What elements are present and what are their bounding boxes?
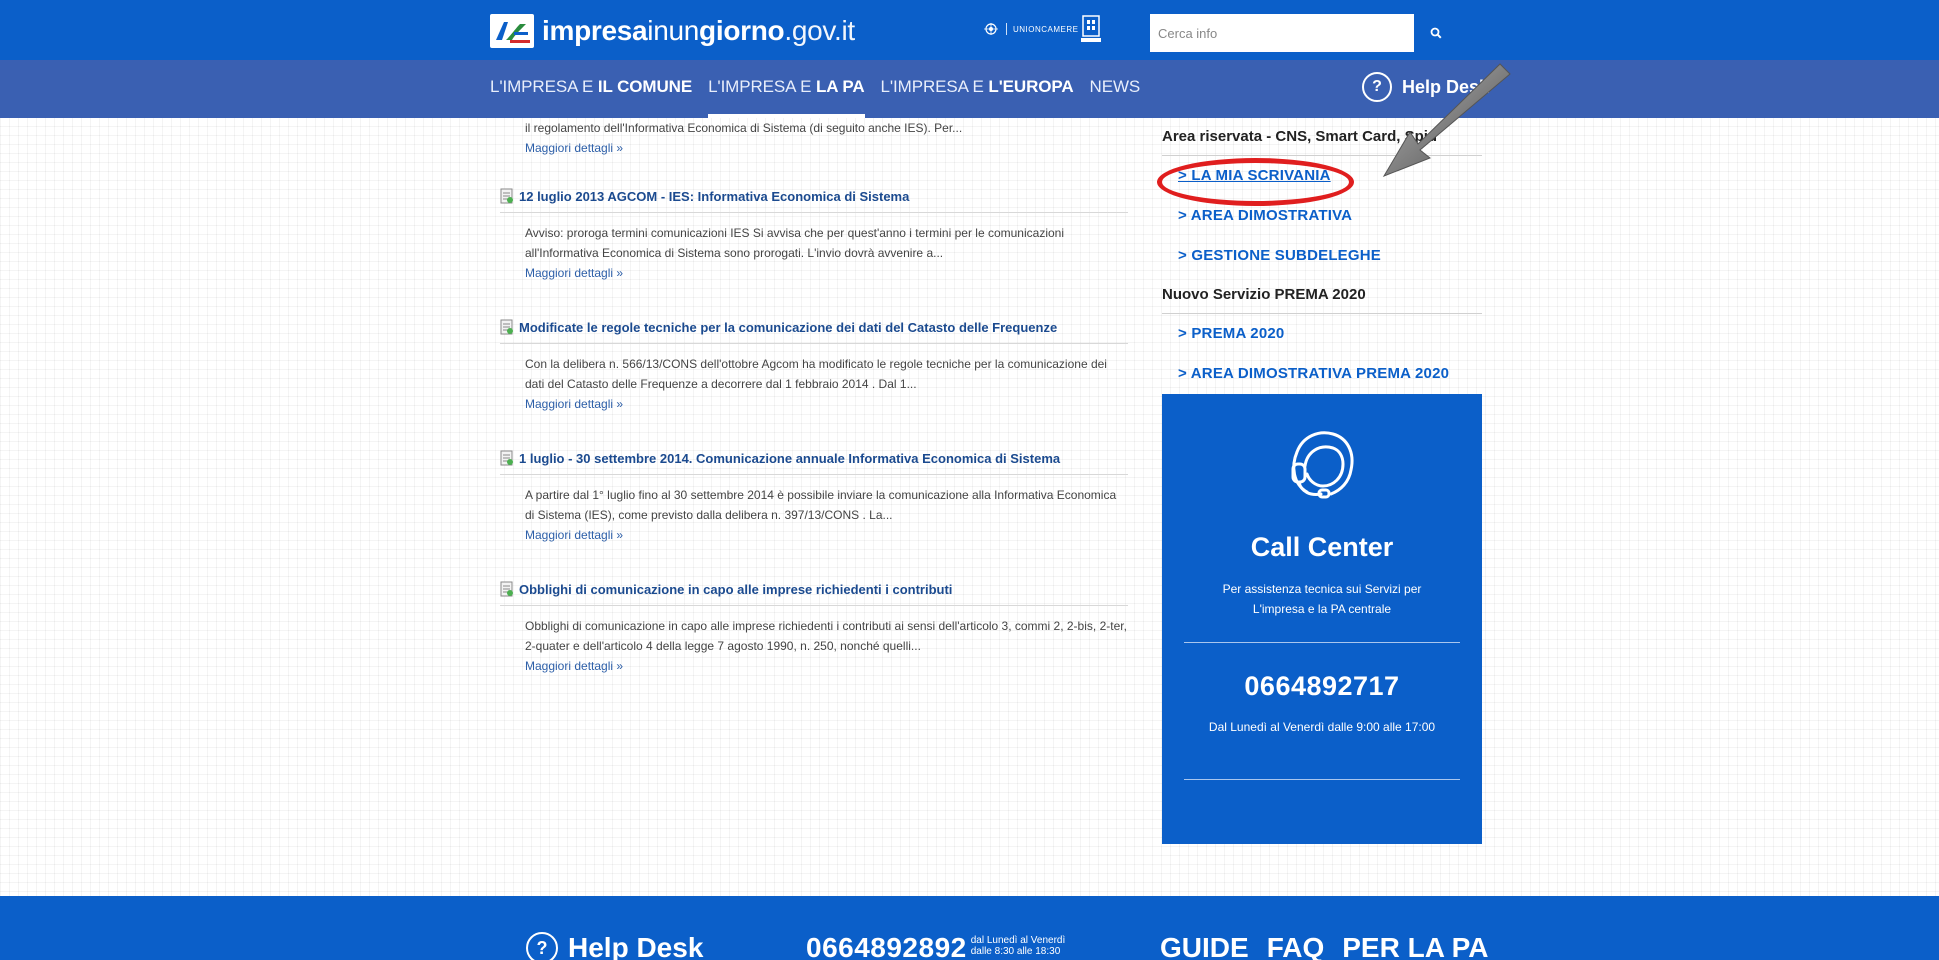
call-center-subtitle: Per assistenza tecnica sui Servizi per L… [1222, 582, 1422, 616]
nav-impresa-pa[interactable]: L'IMPRESA E LA PA [708, 77, 866, 118]
footer-phone-number: 0664892892 [806, 932, 967, 960]
footer-link-per-la-pa[interactable]: PER LA PA [1342, 932, 1488, 960]
logo-mark-icon [490, 14, 534, 48]
call-center-hours: Dal Lunedì al Venerdì dalle 9:00 alle 17… [1208, 720, 1436, 734]
news-item-more-link[interactable]: Maggiori dettagli » [500, 525, 1128, 545]
call-center-divider [1184, 779, 1460, 780]
news-intro-more-link[interactable]: Maggiori dettagli » [500, 138, 1128, 158]
news-item-more-link[interactable]: Maggiori dettagli » [500, 656, 1128, 676]
call-center-title: Call Center [1250, 532, 1394, 562]
footer-link-guide[interactable]: GUIDE [1160, 932, 1249, 960]
news-item-more-link[interactable]: Maggiori dettagli » [500, 394, 1128, 414]
logo-text: impresainungiorno.gov.it [542, 15, 855, 46]
news-item: 12 luglio 2013 AGCOM - IES: Informativa … [500, 188, 1128, 283]
news-item-text: A partire dal 1° luglio fino al 30 sette… [525, 488, 1117, 522]
partner-divider [1006, 23, 1007, 35]
unioncamere-logo: UNIONCAMERE [982, 22, 1079, 36]
news-intro-text: il regolamento dell'Informativa Economic… [525, 121, 963, 135]
news-item-text: Con la delibera n. 566/13/CONS dell'otto… [525, 357, 1107, 391]
footer-help-desk[interactable]: ? Help Desk [526, 932, 703, 960]
news-item-more-link[interactable]: Maggiori dettagli » [500, 263, 1128, 283]
search-icon [1430, 27, 1442, 39]
footer-phone-hours: dal Lunedì al Venerdì dalle 8:30 alle 18… [971, 935, 1066, 957]
footer-help-label: Help Desk [568, 932, 704, 960]
news-item-title-link[interactable]: 12 luglio 2013 AGCOM - IES: Informativa … [500, 188, 1128, 213]
help-icon: ? [526, 932, 558, 960]
area-dimostrativa-prema-link[interactable]: > AREA DIMOSTRATIVA PREMA 2020 [1162, 354, 1482, 394]
news-item: Obblighi di comunicazione in capo alle i… [500, 581, 1128, 676]
highlight-ring [1157, 158, 1354, 206]
document-icon [500, 581, 513, 597]
prema-2020-link[interactable]: > PREMA 2020 [1162, 314, 1482, 354]
headset-operator-icon [1291, 431, 1354, 499]
footer: ? Help Desk 0664892892 dal Lunedì al Ven… [0, 896, 1939, 960]
pointer-arrow-icon [1382, 63, 1511, 177]
sidebar: Area riservata - CNS, Smart Card, Spid >… [1162, 118, 1482, 844]
footer-hours-line2: dalle 8:30 alle 18:30 [970, 946, 1061, 957]
document-icon [500, 319, 513, 335]
news-item-title-link[interactable]: 1 luglio - 30 settembre 2014. Comunicazi… [500, 450, 1128, 475]
footer-phone[interactable]: 0664892892 dal Lunedì al Venerdì dalle 8… [806, 932, 1065, 960]
document-icon [500, 188, 513, 204]
news-item-title-link[interactable]: Modificate le regole tecniche per la com… [500, 319, 1128, 344]
footer-hours-line1: dal Lunedì al Venerdì [970, 935, 1066, 946]
news-item: Modificate le regole tecniche per la com… [500, 319, 1128, 414]
main-navbar: L'IMPRESA E IL COMUNE L'IMPRESA E LA PA … [0, 60, 1939, 118]
footer-link-faq[interactable]: FAQ [1267, 932, 1325, 960]
document-icon [500, 450, 513, 466]
footer-links: GUIDE FAQ PER LA PA [1160, 932, 1488, 960]
call-center-divider [1184, 642, 1460, 643]
gestione-subdeleghe-link[interactable]: > GESTIONE SUBDELEGHE [1162, 236, 1482, 276]
nav-impresa-europa[interactable]: L'IMPRESA E L'EUROPA [881, 77, 1074, 97]
search-button[interactable] [1413, 14, 1458, 52]
news-item: 1 luglio - 30 settembre 2014. Comunicazi… [500, 450, 1128, 545]
search-input[interactable] [1150, 14, 1414, 52]
site-logo[interactable]: impresainungiorno.gov.it [490, 14, 855, 48]
news-item-text: Avviso: proroga termini comunicazioni IE… [525, 226, 1064, 260]
partner-name: UNIONCAMERE [1013, 24, 1079, 34]
nav-news[interactable]: NEWS [1090, 77, 1141, 97]
call-center-box: Call Center Per assistenza tecnica sui S… [1162, 394, 1482, 844]
unioncamere-emblem-icon [984, 23, 998, 35]
top-header: impresainungiorno.gov.it UNIONCAMERE [0, 0, 1939, 60]
news-item-title-link[interactable]: Obblighi di comunicazione in capo alle i… [500, 581, 1128, 606]
call-center-phone[interactable]: 0664892717 [1162, 671, 1482, 702]
prema-heading: Nuovo Servizio PREMA 2020 [1162, 276, 1482, 314]
nav-impresa-comune[interactable]: L'IMPRESA E IL COMUNE [490, 77, 692, 97]
infocamere-emblem-icon [1081, 15, 1101, 42]
main-nav: L'IMPRESA E IL COMUNE L'IMPRESA E LA PA … [490, 77, 1141, 118]
news-item-text: Obblighi di comunicazione in capo alle i… [525, 619, 1127, 653]
search-box [1150, 14, 1458, 52]
news-list: il regolamento dell'Informativa Economic… [500, 118, 1128, 676]
